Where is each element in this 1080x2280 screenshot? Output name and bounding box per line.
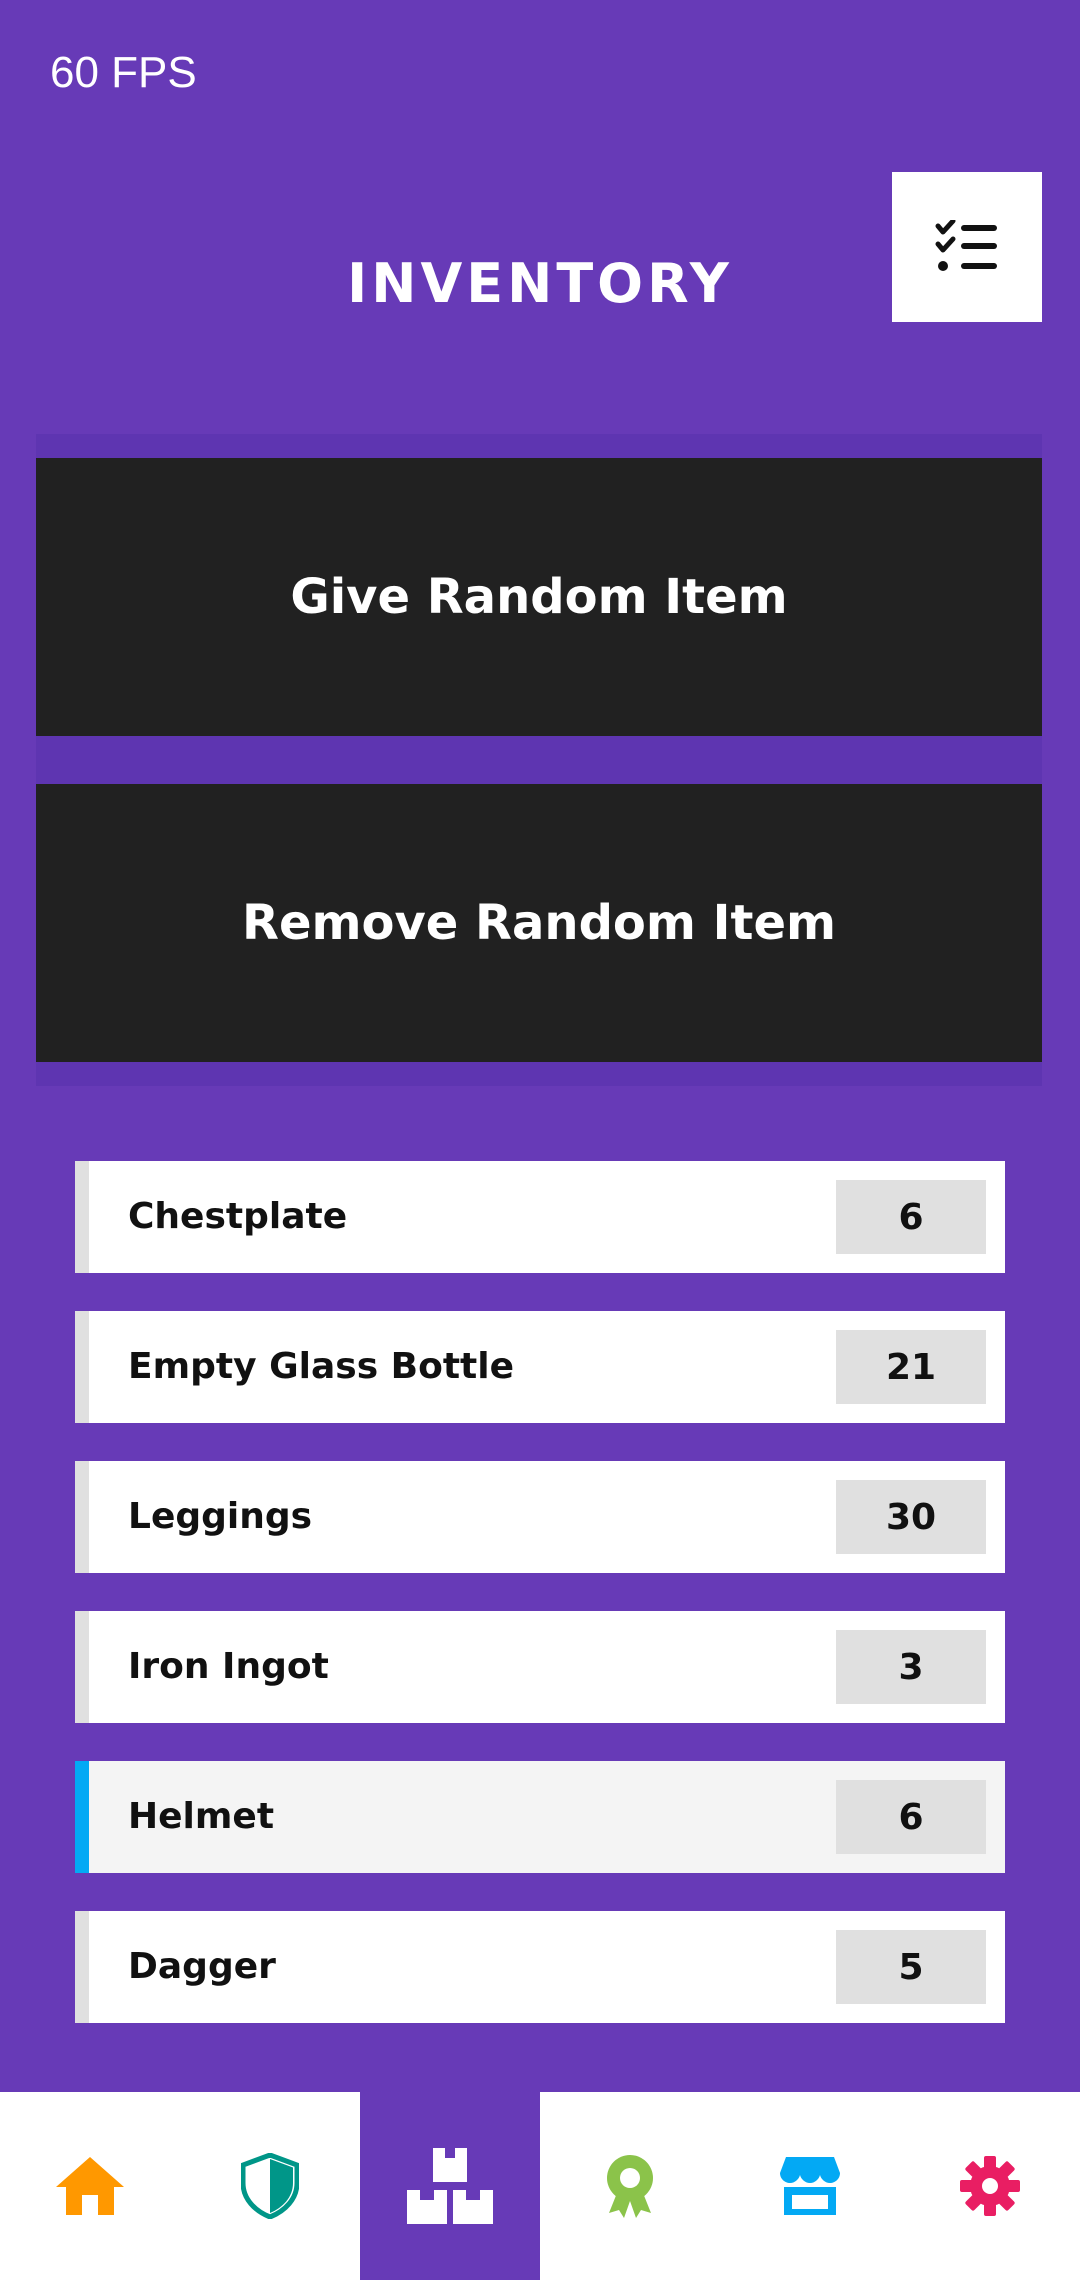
inventory-screen: 60 FPS INVENTORY Give Random Item Remove… <box>0 0 1080 2280</box>
award-icon <box>607 2155 653 2218</box>
item-accent-bar <box>75 1161 89 1273</box>
nav-shop[interactable] <box>720 2092 900 2280</box>
item-quantity: 5 <box>836 1930 986 2004</box>
item-accent-bar <box>75 1911 89 2023</box>
item-name: Chestplate <box>128 1196 348 1237</box>
task-list-button[interactable] <box>892 172 1042 322</box>
item-quantity: 30 <box>836 1480 986 1554</box>
nav-inventory[interactable] <box>360 2092 540 2280</box>
item-accent-bar <box>75 1611 89 1723</box>
item-name: Iron Ingot <box>128 1646 329 1687</box>
item-quantity: 6 <box>836 1780 986 1854</box>
gear-icon <box>960 2156 1020 2216</box>
inventory-item[interactable]: Iron Ingot 3 <box>75 1611 1005 1723</box>
item-accent-bar <box>75 1311 89 1423</box>
inventory-item[interactable]: Leggings 30 <box>75 1461 1005 1573</box>
item-accent-bar <box>75 1761 89 1873</box>
inventory-list: Chestplate 6 Empty Glass Bottle 21 Leggi… <box>75 1161 1005 2061</box>
item-quantity: 21 <box>836 1330 986 1404</box>
action-panel: Give Random Item Remove Random Item <box>36 434 1042 1086</box>
bottom-nav-bar <box>0 2092 1080 2280</box>
inventory-boxes-icon <box>407 2148 493 2224</box>
inventory-item[interactable]: Chestplate 6 <box>75 1161 1005 1273</box>
inventory-item-selected[interactable]: Helmet 6 <box>75 1761 1005 1873</box>
checklist-icon <box>935 220 997 271</box>
nav-home[interactable] <box>0 2092 180 2280</box>
item-quantity: 6 <box>836 1180 986 1254</box>
store-icon <box>780 2157 840 2215</box>
nav-achievements[interactable] <box>540 2092 720 2280</box>
give-random-item-button[interactable]: Give Random Item <box>36 458 1042 736</box>
item-name: Leggings <box>128 1496 313 1537</box>
nav-settings[interactable] <box>900 2092 1080 2280</box>
fps-counter: 60 FPS <box>50 48 197 97</box>
inventory-item[interactable]: Dagger 5 <box>75 1911 1005 2023</box>
inventory-item[interactable]: Empty Glass Bottle 21 <box>75 1311 1005 1423</box>
item-quantity: 3 <box>836 1630 986 1704</box>
shield-icon <box>241 2153 299 2219</box>
remove-random-item-button[interactable]: Remove Random Item <box>36 784 1042 1062</box>
item-name: Dagger <box>128 1946 276 1987</box>
item-name: Helmet <box>128 1796 275 1837</box>
item-accent-bar <box>75 1461 89 1573</box>
home-icon <box>56 2157 124 2215</box>
item-name: Empty Glass Bottle <box>128 1346 514 1387</box>
nav-defense[interactable] <box>180 2092 360 2280</box>
